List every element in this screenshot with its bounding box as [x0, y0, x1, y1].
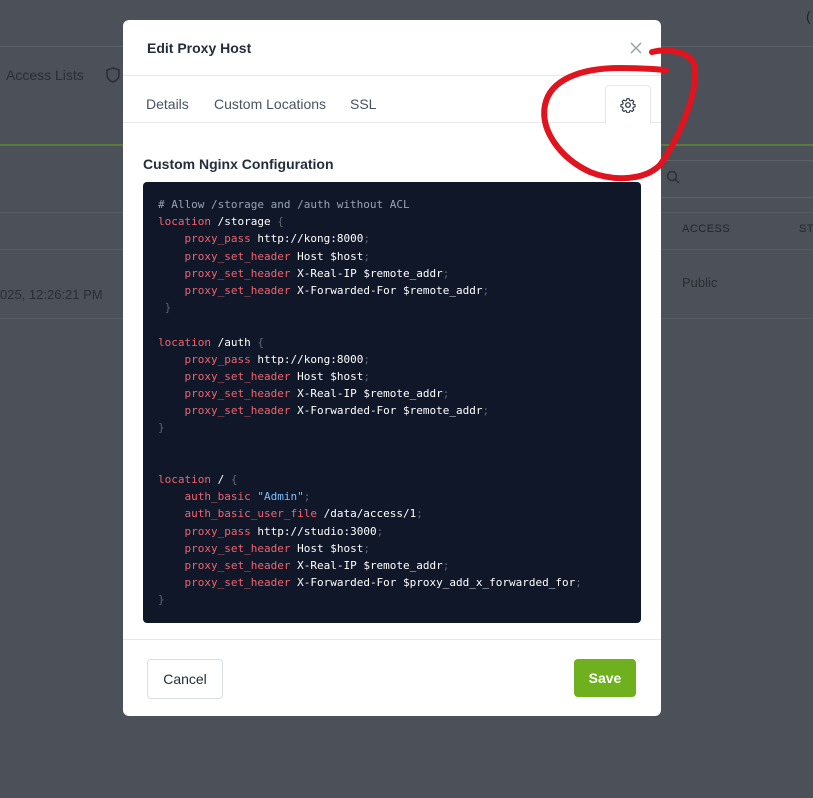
config-line: proxy_pass http://kong:8000;	[184, 352, 370, 366]
shield-icon	[106, 67, 120, 83]
config-line: proxy_set_header X-Forwarded-For $proxy_…	[184, 576, 582, 590]
config-line	[158, 316, 641, 333]
background-corner-icon: (	[806, 8, 811, 24]
modal-title: Edit Proxy Host	[147, 40, 252, 56]
nginx-config-editor[interactable]: # Allow /storage and /auth without ACL lo…	[143, 182, 641, 623]
config-line: proxy_pass http://kong:8000;	[184, 232, 370, 246]
config-line	[158, 437, 641, 454]
modal-tabs: Details Custom Locations SSL	[123, 76, 661, 124]
search-icon	[666, 170, 680, 184]
config-line: proxy_set_header X-Forwarded-For $remote…	[184, 404, 490, 418]
config-line: auth_basic "Admin";	[184, 490, 311, 504]
background-row-date: 025, 12:26:21 PM	[0, 287, 103, 302]
config-line	[158, 454, 641, 471]
config-line: }	[158, 593, 165, 607]
gear-icon	[620, 97, 636, 113]
config-line: proxy_set_header Host $host;	[184, 249, 370, 263]
config-line: location / {	[158, 473, 238, 486]
background-row-access: Public	[682, 275, 718, 290]
save-button[interactable]: Save	[574, 659, 636, 697]
config-line: location /storage {	[158, 215, 284, 229]
background-search-row	[660, 160, 813, 198]
config-line: proxy_set_header X-Real-IP $remote_addr;	[184, 266, 450, 280]
tab-advanced[interactable]	[605, 85, 651, 124]
config-line: proxy_set_header Host $host;	[184, 369, 370, 383]
cancel-button[interactable]: Cancel	[147, 659, 223, 699]
edit-proxy-host-modal: Edit Proxy Host Details Custom Locations…	[123, 20, 661, 716]
config-line: }	[158, 421, 165, 435]
tab-details[interactable]: Details	[146, 96, 189, 112]
tab-ssl[interactable]: SSL	[350, 96, 376, 112]
config-line: # Allow /storage and /auth without ACL	[158, 198, 410, 211]
config-line: proxy_set_header X-Real-IP $remote_addr;	[184, 558, 450, 572]
config-line: auth_basic_user_file /data/access/1;	[184, 507, 423, 521]
modal-header: Edit Proxy Host	[123, 20, 661, 76]
close-icon[interactable]	[627, 39, 645, 57]
background-th-access: ACCESS	[682, 223, 731, 235]
background-th-status: ST	[799, 223, 813, 235]
config-line: proxy_set_header X-Forwarded-For $remote…	[184, 283, 490, 297]
config-line: }	[164, 301, 172, 315]
background-nav-access-lists: Access Lists	[6, 67, 84, 83]
modal-footer: Cancel Save	[123, 639, 661, 716]
config-line: proxy_set_header Host $host;	[184, 541, 370, 555]
config-line: proxy_pass http://studio:3000;	[184, 524, 384, 538]
tab-custom-locations[interactable]: Custom Locations	[214, 96, 326, 112]
config-line: location /auth {	[158, 335, 264, 349]
config-line: proxy_set_header X-Real-IP $remote_addr;	[184, 387, 450, 401]
custom-nginx-config-label: Custom Nginx Configuration	[143, 156, 334, 172]
